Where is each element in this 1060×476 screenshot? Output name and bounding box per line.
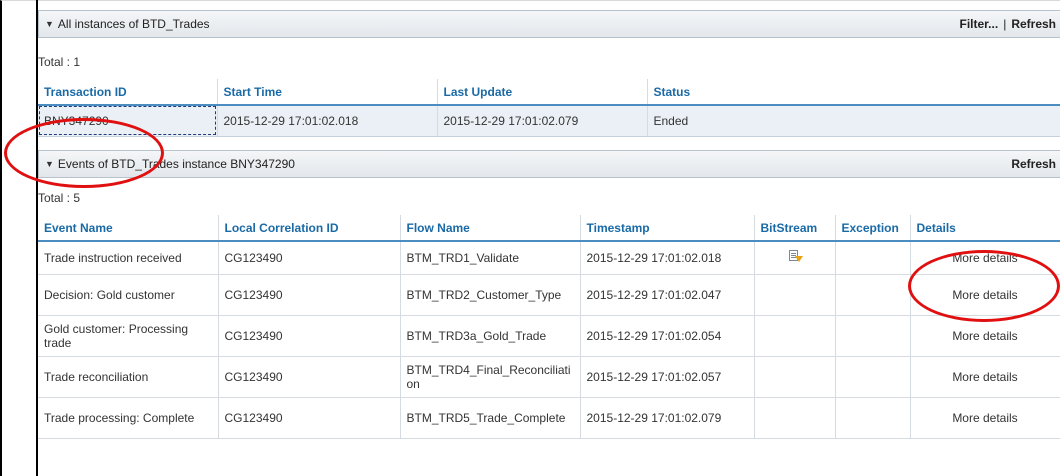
status-cell[interactable]: Ended xyxy=(647,105,1060,137)
events-panel-actions: Refresh xyxy=(1011,157,1056,171)
collapse-triangle-icon[interactable]: ▼ xyxy=(45,19,54,29)
event-name-cell: Decision: Gold customer xyxy=(38,274,219,316)
more-details-link[interactable]: More details xyxy=(952,251,1017,265)
table-row[interactable]: BNY347290 2015-12-29 17:01:02.018 2015-1… xyxy=(38,105,1060,137)
column-header-details[interactable]: Details xyxy=(910,215,1060,242)
table-row[interactable]: Trade processing: Complete CG123490 BTM_… xyxy=(38,397,1060,439)
event-name-cell: Trade instruction received xyxy=(38,241,219,275)
correlation-id-cell: CG123490 xyxy=(218,241,401,275)
details-cell: More details xyxy=(910,315,1060,357)
instances-header-row: Transaction ID Start Time Last Update St… xyxy=(38,79,1060,106)
more-details-link[interactable]: More details xyxy=(952,288,1017,302)
events-total: Total : 5 xyxy=(38,191,81,205)
bitstream-cell xyxy=(754,397,836,439)
instances-total: Total : 1 xyxy=(38,55,81,69)
more-details-link[interactable]: More details xyxy=(952,370,1017,384)
column-header-local-correlation-id[interactable]: Local Correlation ID xyxy=(218,215,401,242)
more-details-link[interactable]: More details xyxy=(952,411,1017,425)
correlation-id-cell: CG123490 xyxy=(218,274,401,316)
column-header-start-time[interactable]: Start Time xyxy=(217,79,438,106)
transaction-id-cell[interactable]: BNY347290 xyxy=(38,105,218,137)
details-cell: More details xyxy=(910,356,1060,398)
instances-table: Transaction ID Start Time Last Update St… xyxy=(38,79,1060,137)
exception-cell xyxy=(835,397,911,439)
last-update-cell[interactable]: 2015-12-29 17:01:02.079 xyxy=(437,105,648,137)
details-cell: More details xyxy=(910,241,1060,275)
collapse-triangle-icon[interactable]: ▼ xyxy=(45,159,54,169)
exception-cell xyxy=(835,241,911,275)
flow-name-cell: BTM_TRD3a_Gold_Trade xyxy=(400,315,581,357)
event-name-cell: Trade reconciliation xyxy=(38,356,219,398)
timestamp-cell: 2015-12-29 17:01:02.018 xyxy=(580,241,755,275)
instances-panel-actions: Filter... | Refresh xyxy=(960,17,1057,31)
events-panel-title: Events of BTD_Trades instance BNY347290 xyxy=(57,157,295,171)
details-cell: More details xyxy=(910,274,1060,316)
refresh-events-link[interactable]: Refresh xyxy=(1011,157,1056,171)
event-name-cell: Gold customer: Processing trade xyxy=(38,315,219,357)
column-header-event-name[interactable]: Event Name xyxy=(38,215,219,242)
events-panel-header[interactable]: ▼ Events of BTD_Trades instance BNY34729… xyxy=(38,150,1060,178)
column-header-exception[interactable]: Exception xyxy=(835,215,911,242)
flow-name-cell: BTM_TRD5_Trade_Complete xyxy=(400,397,581,439)
bitstream-cell xyxy=(754,356,836,398)
table-row[interactable]: Trade instruction received CG123490 BTM_… xyxy=(38,241,1060,275)
refresh-instances-link[interactable]: Refresh xyxy=(1011,17,1056,31)
start-time-cell[interactable]: 2015-12-29 17:01:02.018 xyxy=(217,105,438,137)
actions-separator: | xyxy=(1003,17,1007,31)
document-download-icon[interactable] xyxy=(788,249,803,263)
flow-name-cell: BTM_TRD2_Customer_Type xyxy=(400,274,581,316)
filter-link[interactable]: Filter... xyxy=(960,17,999,31)
timestamp-cell: 2015-12-29 17:01:02.079 xyxy=(580,397,755,439)
column-header-timestamp[interactable]: Timestamp xyxy=(580,215,755,242)
exception-cell xyxy=(835,315,911,357)
bitstream-cell xyxy=(754,274,836,316)
details-cell: More details xyxy=(910,397,1060,439)
column-header-flow-name[interactable]: Flow Name xyxy=(400,215,581,242)
correlation-id-cell: CG123490 xyxy=(218,356,401,398)
instances-panel-title: All instances of BTD_Trades xyxy=(57,17,210,31)
column-header-last-update[interactable]: Last Update xyxy=(437,79,648,106)
events-header-row: Event Name Local Correlation ID Flow Nam… xyxy=(38,215,1060,242)
table-row[interactable]: Gold customer: Processing trade CG123490… xyxy=(38,315,1060,357)
table-row[interactable]: Trade reconciliation CG123490 BTM_TRD4_F… xyxy=(38,356,1060,398)
exception-cell xyxy=(835,274,911,316)
column-header-status[interactable]: Status xyxy=(647,79,1060,106)
instances-panel-header[interactable]: ▼ All instances of BTD_Trades Filter... |… xyxy=(38,10,1060,38)
event-name-cell: Trade processing: Complete xyxy=(38,397,219,439)
correlation-id-cell: CG123490 xyxy=(218,397,401,439)
timestamp-cell: 2015-12-29 17:01:02.047 xyxy=(580,274,755,316)
events-table: Event Name Local Correlation ID Flow Nam… xyxy=(38,215,1060,439)
bitstream-cell xyxy=(754,241,836,275)
correlation-id-cell: CG123490 xyxy=(218,315,401,357)
column-header-transaction-id[interactable]: Transaction ID xyxy=(38,79,218,106)
flow-name-cell: BTM_TRD1_Validate xyxy=(400,241,581,275)
flow-name-cell: BTM_TRD4_Final_Reconciliation xyxy=(400,356,581,398)
exception-cell xyxy=(835,356,911,398)
more-details-link[interactable]: More details xyxy=(952,329,1017,343)
column-header-bitstream[interactable]: BitStream xyxy=(754,215,836,242)
timestamp-cell: 2015-12-29 17:01:02.054 xyxy=(580,315,755,357)
timestamp-cell: 2015-12-29 17:01:02.057 xyxy=(580,356,755,398)
bitstream-cell xyxy=(754,315,836,357)
table-row[interactable]: Decision: Gold customer CG123490 BTM_TRD… xyxy=(38,274,1060,316)
